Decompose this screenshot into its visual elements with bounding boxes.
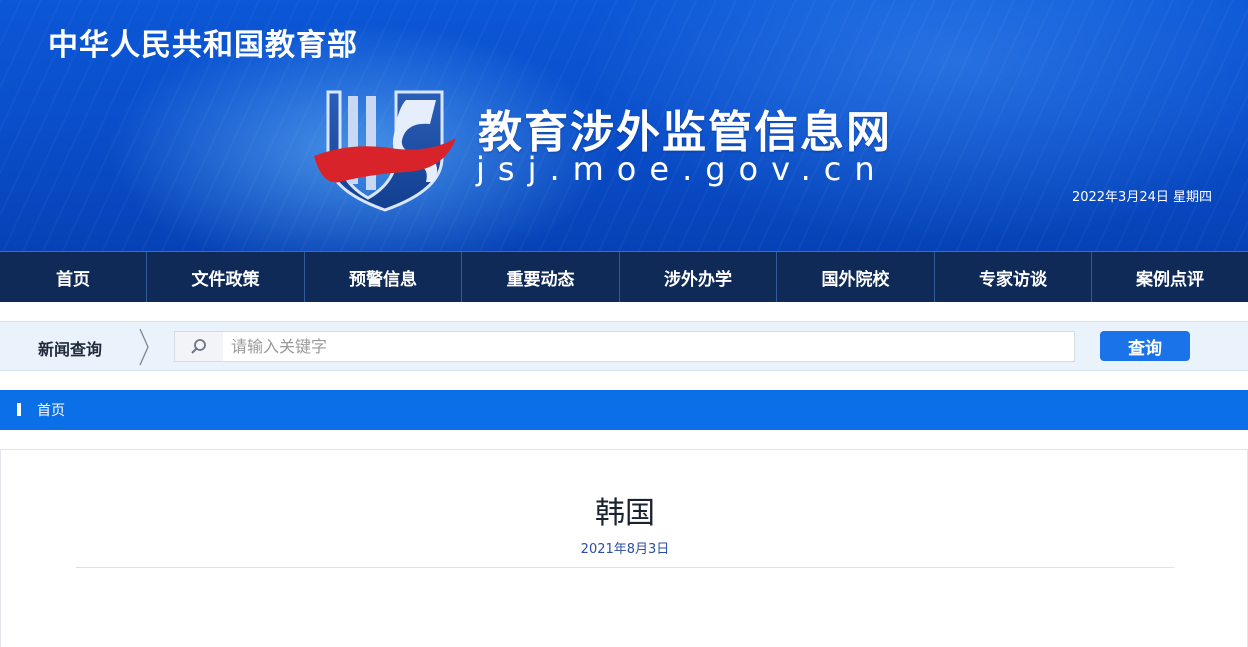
search-label: 新闻查询 — [38, 340, 103, 359]
nav-item-case-reviews[interactable]: 案例点评 — [1092, 252, 1248, 302]
nav-item-foreign-programs[interactable]: 涉外办学 — [620, 252, 777, 302]
article-title: 韩国 — [595, 496, 655, 531]
nav-item-warnings[interactable]: 预警信息 — [305, 252, 462, 302]
search-bar: 新闻查询 查询 — [0, 321, 1248, 371]
breadcrumb-marker — [17, 403, 21, 416]
article-divider — [76, 567, 1174, 568]
article-date: 2021年8月3日 — [580, 542, 670, 557]
chevron-right-icon — [139, 328, 149, 366]
article-content: 韩国 2021年8月3日 — [0, 449, 1248, 647]
current-date: 2022年3月24日 星期四 — [1071, 190, 1212, 205]
search-icon — [175, 332, 223, 361]
site-logo — [314, 90, 456, 212]
nav-item-home[interactable]: 首页 — [0, 252, 147, 302]
site-domain: jsj.moe.gov.cn — [476, 150, 888, 188]
search-box — [174, 331, 1075, 362]
nav-item-foreign-schools[interactable]: 国外院校 — [777, 252, 935, 302]
nav-item-expert-interviews[interactable]: 专家访谈 — [935, 252, 1092, 302]
breadcrumb — [0, 390, 1248, 430]
nav-item-news[interactable]: 重要动态 — [462, 252, 620, 302]
main-nav: 首页 文件政策 预警信息 重要动态 涉外办学 国外院校 专家访谈 案例点评 — [0, 251, 1248, 302]
ministry-name: 中华人民共和国教育部 — [48, 28, 358, 63]
header-banner: 中华人民共和国教育部 教育涉外监管信息网 jsj.moe.gov.cn 2022… — [0, 0, 1248, 251]
search-button[interactable]: 查询 — [1100, 331, 1190, 361]
nav-item-policies[interactable]: 文件政策 — [147, 252, 305, 302]
search-input[interactable] — [225, 332, 1071, 361]
breadcrumb-home-link[interactable]: 首页 — [37, 400, 65, 420]
